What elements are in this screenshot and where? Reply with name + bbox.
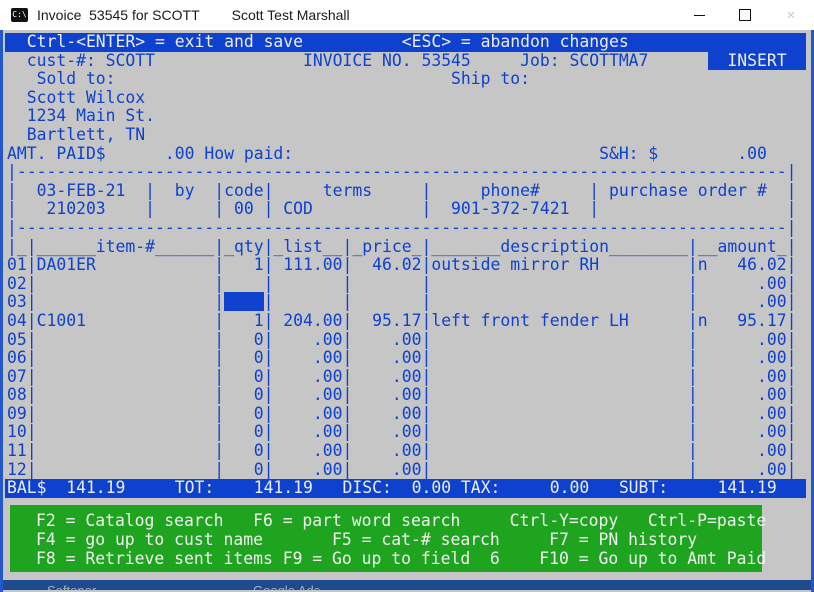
item-row-12: 12| | 0| .00| .00| | .00| (7, 461, 811, 480)
background-text: Softener (47, 583, 96, 590)
sold-ship-labels: Sold to: Ship to: (7, 70, 811, 89)
info-box-values: | 210203 | | 00 | COD | 901-372-7421 | | (7, 200, 811, 219)
console-text: cust-#: SCOTT INVOICE NO. 53545 Job: SCO… (7, 51, 708, 70)
info-box-headers: | 03-FEB-21 | by |code| terms | phone# |… (7, 182, 811, 201)
item-row-08: 08| | 0| .00| .00| | .00| (7, 386, 811, 405)
item-row-02: 02| | | | | | .00| (7, 275, 811, 294)
item-row-09: 09| | 0| .00| .00| | .00| (7, 405, 811, 424)
amt-paid-line: AMT. PAID$ .00 How paid: S&H: $ .00 (7, 145, 811, 164)
items-table-header: |_|______item-#______|_qty|_list__|_pric… (7, 238, 811, 257)
maximize-button[interactable] (722, 0, 768, 30)
console-screen[interactable]: Ctrl-<ENTER> = exit and save <ESC> = aba… (3, 30, 811, 579)
function-key-line: F4 = go up to cust name F5 = cat-# searc… (36, 530, 762, 549)
background-text: Google Ads (253, 583, 320, 590)
customer-name: Scott Wilcox (7, 89, 811, 108)
item-row-03: 03| | | | | | .00| (7, 293, 811, 312)
box-border: |---------------------------------------… (7, 163, 811, 182)
box-border: |---------------------------------------… (7, 219, 811, 238)
maximize-icon (739, 9, 751, 21)
close-button[interactable]: × (768, 0, 814, 30)
function-key-line: F8 = Retrieve sent items F9 = Go up to f… (36, 549, 762, 568)
background-strip: Softener Google Ads (3, 580, 811, 590)
console-text: | | | | .00| (264, 292, 797, 311)
help-bar: Ctrl-<ENTER> = exit and save <ESC> = aba… (5, 33, 806, 52)
title-bar: C:\ Invoice 53545 for SCOTT Scott Test M… (0, 0, 814, 30)
item-row-06: 06| | 0| .00| .00| | .00| (7, 349, 811, 368)
totals-bar: BAL$ 141.19 TOT: 141.19 DISC: 0.00 TAX: … (5, 479, 806, 498)
window-controls: × (676, 0, 814, 30)
console-icon: C:\ (11, 8, 28, 22)
console-text: 03| | (7, 292, 224, 311)
window-title: Invoice 53545 for SCOTT (37, 7, 200, 23)
function-key-panel: F2 = Catalog search F6 = part word searc… (10, 505, 762, 572)
customer-city: Bartlett, TN (7, 126, 811, 145)
item-row-07: 07| | 0| .00| .00| | .00| (7, 368, 811, 387)
item-row-10: 10| | 0| .00| .00| | .00| (7, 423, 811, 442)
input-cursor[interactable] (224, 292, 263, 311)
item-row-05: 05| | 0| .00| .00| | .00| (7, 331, 811, 350)
function-key-line: F2 = Catalog search F6 = part word searc… (36, 511, 762, 530)
customer-street: 1234 Main St. (7, 107, 811, 126)
close-icon: × (787, 7, 796, 24)
item-row-01: 01|DA01ER | 1| 111.00| 46.02|outside mir… (7, 256, 811, 275)
item-row-04: 04|C1001 | 1| 204.00| 95.17|left front f… (7, 312, 811, 331)
minimize-button[interactable] (676, 0, 722, 30)
minimize-icon (694, 15, 705, 16)
insert-mode-badge: INSERT (708, 51, 807, 70)
item-row-11: 11| | 0| .00| .00| | .00| (7, 442, 811, 461)
window-border-left (0, 0, 3, 592)
window-subtitle: Scott Test Marshall (232, 7, 350, 23)
invoice-header-line: cust-#: SCOTT INVOICE NO. 53545 Job: SCO… (7, 52, 811, 71)
